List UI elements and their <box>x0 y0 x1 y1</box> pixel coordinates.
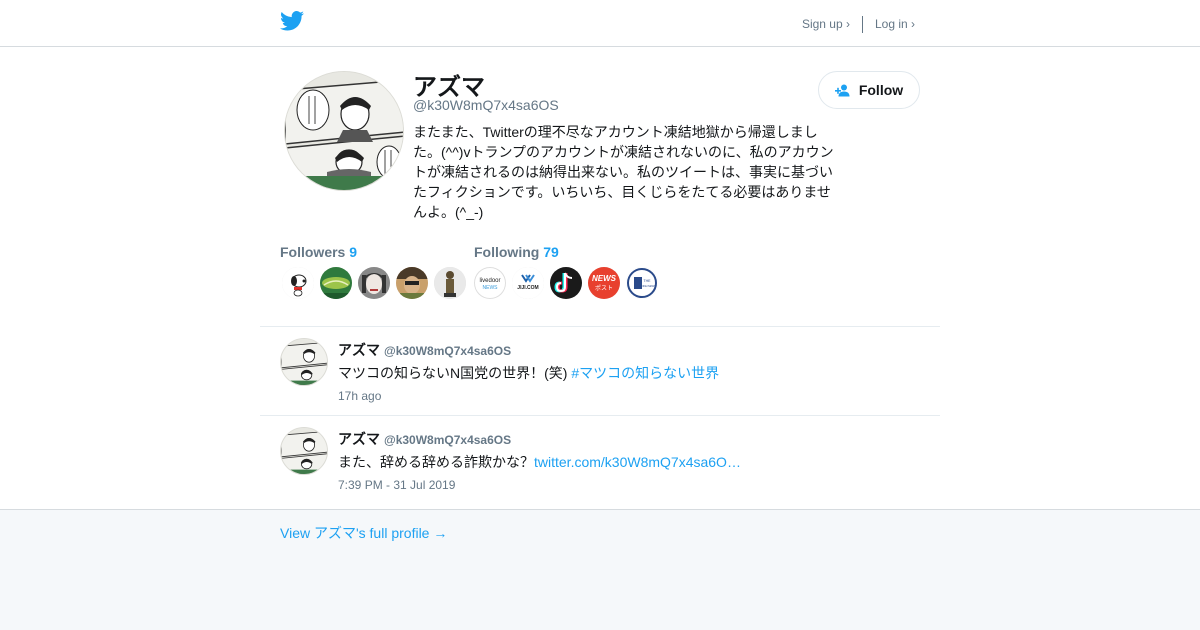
snoopy-avatar[interactable] <box>282 267 314 299</box>
livedoor-line2: NEWS <box>483 285 499 291</box>
following-count[interactable]: Following 79 <box>474 244 559 260</box>
tweet-author-handle: @k30W8mQ7x4sa6OS <box>384 433 512 447</box>
jiji-line1: JIJI.COM <box>517 285 538 291</box>
tweet-timestamp[interactable]: 17h ago <box>338 389 381 403</box>
follow-label: Follow <box>858 82 904 98</box>
following-label: Following <box>474 244 540 260</box>
tweet-avatar[interactable] <box>280 427 328 475</box>
manga-avatar-image <box>281 428 327 474</box>
tweet-body: マツコの知らないN国党の世界！(笑) <box>338 365 572 381</box>
url-link[interactable]: twitter.com/k30W8mQ7x4sa6O… <box>534 454 741 470</box>
followers-number: 9 <box>349 244 358 260</box>
add-user-icon <box>834 84 850 96</box>
manga-avatar-image <box>281 339 327 385</box>
tweet-timestamp[interactable]: 7:39 PM - 31 Jul 2019 <box>338 478 455 492</box>
livedoor-line1: livedoor <box>479 278 500 284</box>
tweet-author-name: アズマ <box>338 342 380 358</box>
news-post-line2: ポスト <box>595 284 613 292</box>
profile-avatar[interactable] <box>284 71 404 191</box>
sunglasses-avatar[interactable] <box>396 267 428 299</box>
tiktok-style-avatar[interactable] <box>550 267 582 299</box>
tweet-item[interactable]: アズマ @k30W8mQ7x4sa6OS また、辞める辞める詐欺かな？twitte… <box>260 415 940 504</box>
tweet-text: また、辞める辞める詐欺かな？twitter.com/k30W8mQ7x4sa6O… <box>338 452 741 472</box>
sankei-news-avatar[interactable]: THE SANKEI NEWS <box>626 267 658 299</box>
hashtag-link[interactable]: #マツコの知らない世界 <box>571 365 719 381</box>
full-profile-link[interactable]: View アズマ's full profile → <box>280 523 447 543</box>
log-in-link[interactable]: Log in › <box>875 17 915 31</box>
tennis-ball-avatar[interactable] <box>320 267 352 299</box>
statue-avatar[interactable] <box>434 267 466 299</box>
tweet-author-handle: @k30W8mQ7x4sa6OS <box>384 344 512 358</box>
followers-count[interactable]: Followers 9 <box>280 244 357 260</box>
link-divider <box>861 15 863 33</box>
tweet-author-name: アズマ <box>338 431 380 447</box>
auth-links: Sign up › Log in › <box>802 14 915 34</box>
twitter-bird-icon[interactable] <box>280 11 304 31</box>
sign-up-link[interactable]: Sign up › <box>802 17 850 31</box>
follow-button[interactable]: Follow <box>818 71 920 109</box>
profile-handle: @k30W8mQ7x4sa6OS <box>413 97 559 113</box>
tweet-item[interactable]: アズマ @k30W8mQ7x4sa6OS マツコの知らないN国党の世界！(笑) #… <box>260 326 940 415</box>
tweet-avatar[interactable] <box>280 338 328 386</box>
tweet-text: マツコの知らないN国党の世界！(笑) #マツコの知らない世界 <box>338 363 719 383</box>
sankei-line1: THE <box>644 279 652 283</box>
top-bar: Sign up › Log in › <box>0 0 1200 47</box>
following-avatar-row: livedoor NEWS JIJI.COM NEWS ポスト THE SANK… <box>474 267 664 299</box>
followers-avatar-row <box>282 267 472 299</box>
news-post-line1: NEWS <box>592 274 617 283</box>
footer: View アズマ's full profile → <box>0 509 1200 630</box>
manga-avatar-image <box>285 72 403 190</box>
following-number: 79 <box>543 244 559 260</box>
tweet-list: アズマ @k30W8mQ7x4sa6OS マツコの知らないN国党の世界！(笑) #… <box>260 326 940 504</box>
profile-bio: またまた、Twitterの理不尽なアカウント凍結地獄から帰還しました。(^^)v… <box>413 124 834 220</box>
sankei-line2: SANKEI NEWS <box>638 285 656 288</box>
tweet-author[interactable]: アズマ @k30W8mQ7x4sa6OS <box>338 340 511 360</box>
followers-label: Followers <box>280 244 346 260</box>
livedoor-news-avatar[interactable]: livedoor NEWS <box>474 267 506 299</box>
tweet-body: また、辞める辞める詐欺かな？ <box>338 454 534 470</box>
woman-portrait-avatar[interactable] <box>358 267 390 299</box>
news-post-avatar[interactable]: NEWS ポスト <box>588 267 620 299</box>
jiji-com-avatar[interactable]: JIJI.COM <box>512 267 544 299</box>
tweet-author[interactable]: アズマ @k30W8mQ7x4sa6OS <box>338 429 511 449</box>
